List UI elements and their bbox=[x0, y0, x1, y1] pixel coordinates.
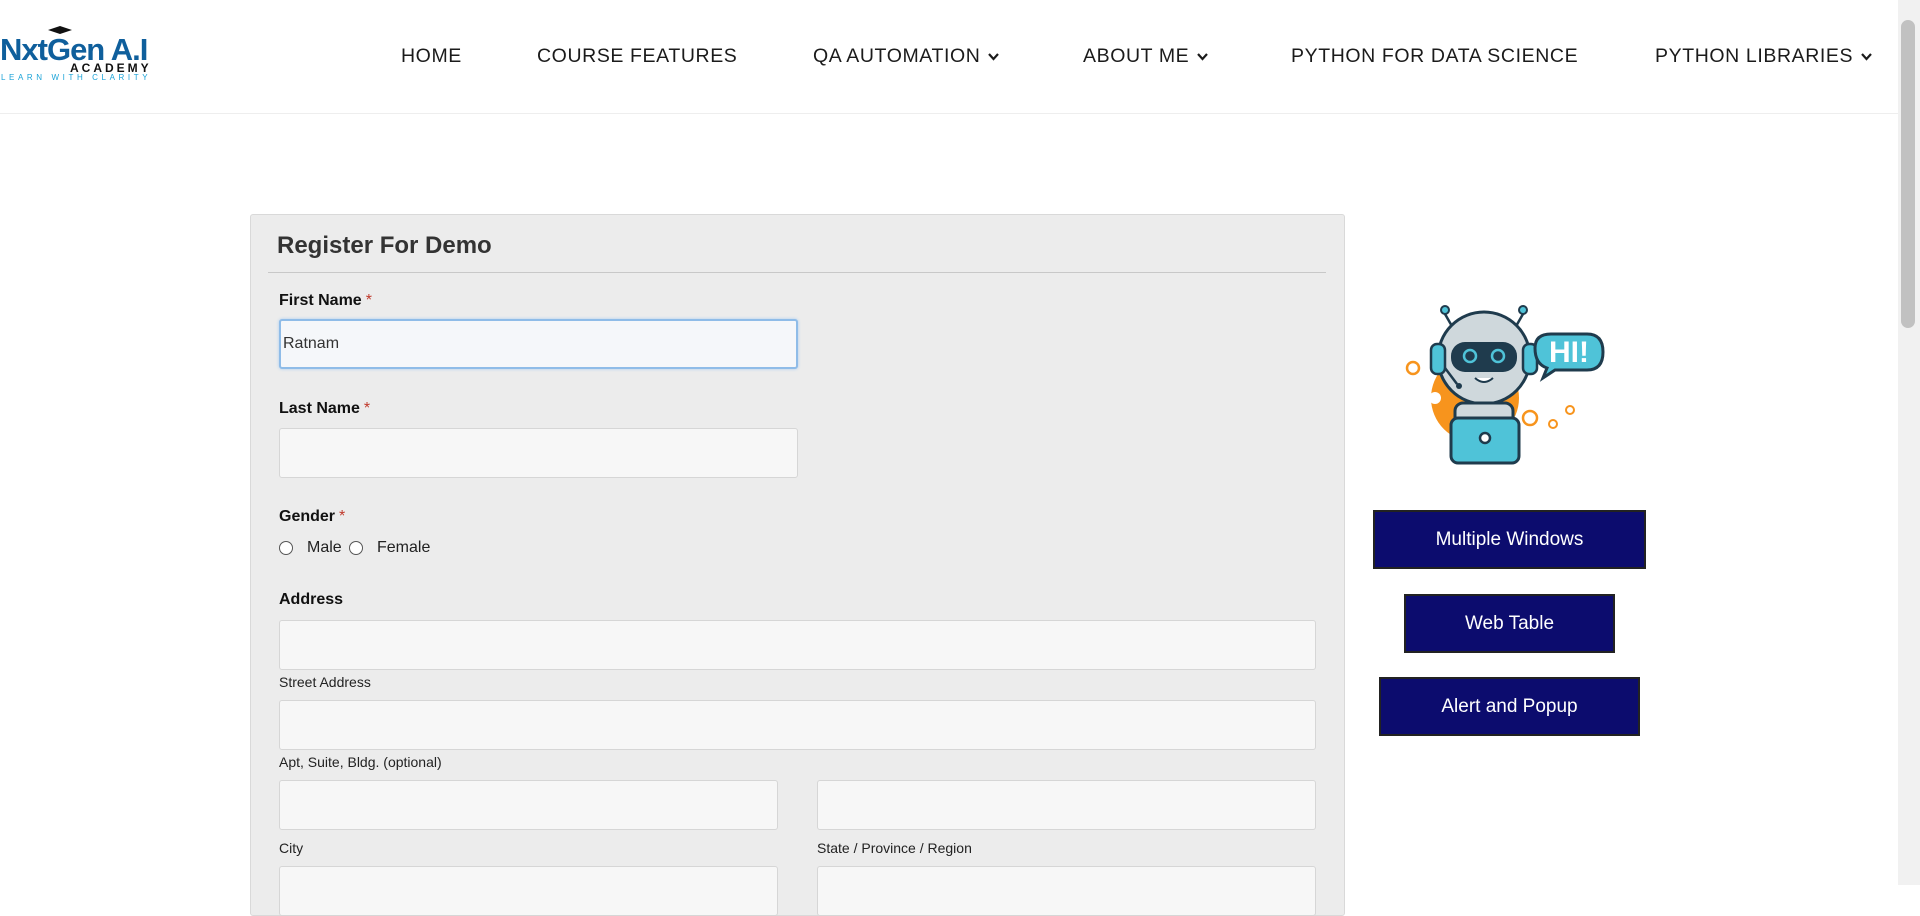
nav-about-me-label: ABOUT ME bbox=[1083, 45, 1190, 67]
logo-tagline: LEARN WITH CLARITY bbox=[1, 73, 152, 82]
nav-qa-automation[interactable]: QA AUTOMATION bbox=[813, 45, 1000, 68]
last-name-label: Last Name * bbox=[279, 400, 370, 418]
register-demo-form: Register For Demo First Name* Last Name*… bbox=[250, 214, 1345, 916]
alert-and-popup-button[interactable]: Alert and Popup bbox=[1379, 677, 1640, 736]
state-caption: State / Province / Region bbox=[817, 840, 972, 856]
city-input[interactable] bbox=[279, 780, 778, 830]
form-title: Register For Demo bbox=[277, 232, 492, 259]
last-name-label-text: Last Name bbox=[279, 400, 360, 417]
first-name-label: First Name * bbox=[279, 292, 372, 310]
nav-python-data-science[interactable]: PYTHON FOR DATA SCIENCE bbox=[1291, 45, 1578, 68]
zip-input[interactable] bbox=[279, 866, 778, 916]
nav-about-me[interactable]: ABOUT ME bbox=[1083, 45, 1209, 68]
street-address-caption: Street Address bbox=[279, 674, 371, 690]
site-header: NxtGen A.I ACADEMY LEARN WITH CLARITY HO… bbox=[0, 0, 1898, 114]
required-marker: * bbox=[365, 292, 372, 309]
nav-python-libraries-label: PYTHON LIBRARIES bbox=[1655, 45, 1854, 67]
required-marker: * bbox=[339, 508, 346, 525]
multiple-windows-button[interactable]: Multiple Windows bbox=[1373, 510, 1646, 569]
robot-bubble-text: HI! bbox=[1549, 336, 1589, 369]
gender-label-text: Gender bbox=[279, 508, 336, 525]
gender-male-radio[interactable] bbox=[279, 541, 293, 555]
nav-python-libraries[interactable]: PYTHON LIBRARIES bbox=[1655, 45, 1872, 68]
street-address-input[interactable] bbox=[279, 620, 1316, 670]
gender-label: Gender * bbox=[279, 508, 345, 526]
last-name-input[interactable] bbox=[279, 428, 798, 478]
apt-suite-input[interactable] bbox=[279, 700, 1316, 750]
required-marker: * bbox=[363, 400, 371, 417]
chevron-down-icon bbox=[988, 53, 1000, 61]
nav-course-features[interactable]: COURSE FEATURES bbox=[537, 45, 737, 68]
address-label: Address bbox=[279, 591, 344, 608]
nav-qa-automation-label: QA AUTOMATION bbox=[813, 45, 981, 67]
apt-suite-caption: Apt, Suite, Bldg. (optional) bbox=[279, 754, 442, 770]
site-logo[interactable]: NxtGen A.I ACADEMY LEARN WITH CLARITY bbox=[0, 26, 152, 84]
gender-female-label[interactable]: Female bbox=[377, 539, 430, 557]
web-table-button[interactable]: Web Table bbox=[1404, 594, 1615, 653]
gender-female-radio[interactable] bbox=[349, 541, 363, 555]
city-caption: City bbox=[279, 840, 304, 856]
chevron-down-icon bbox=[1197, 53, 1209, 61]
scrollbar-thumb[interactable] bbox=[1901, 20, 1915, 328]
nav-home[interactable]: HOME bbox=[401, 45, 462, 68]
first-name-label-text: First Name bbox=[279, 292, 362, 309]
form-divider bbox=[268, 272, 1326, 273]
chevron-down-icon bbox=[1861, 53, 1872, 61]
gender-male-label[interactable]: Male bbox=[307, 539, 342, 557]
page-scrollbar[interactable] bbox=[1898, 0, 1920, 885]
country-select[interactable] bbox=[817, 866, 1316, 916]
state-input[interactable] bbox=[817, 780, 1316, 830]
robot-chatbot-illustration: HI! bbox=[1405, 305, 1605, 465]
first-name-input[interactable] bbox=[279, 319, 798, 369]
